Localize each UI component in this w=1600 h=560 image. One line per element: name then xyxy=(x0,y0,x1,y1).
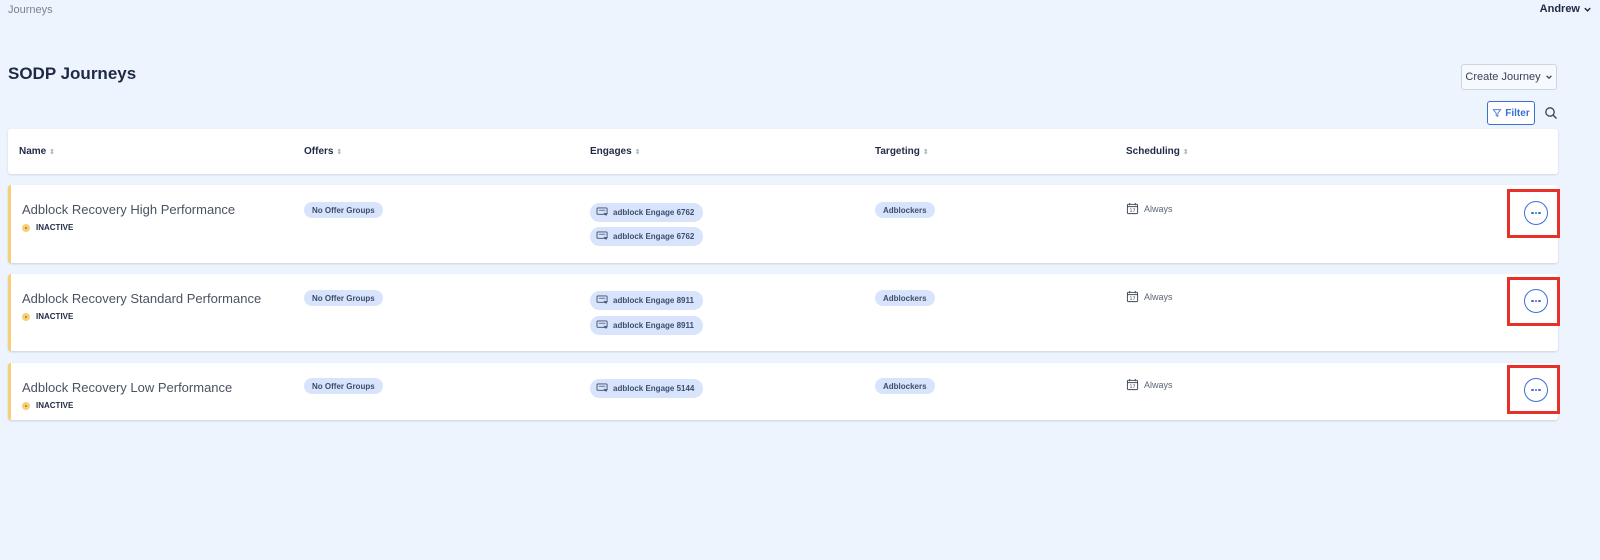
schedule: 17 Always xyxy=(1126,290,1173,303)
engage-message-icon xyxy=(596,207,608,217)
breadcrumb[interactable]: Journeys xyxy=(8,4,53,16)
engage-message-icon xyxy=(596,295,608,305)
status-badge: INACTIVE xyxy=(22,223,73,232)
page-title: SODP Journeys xyxy=(8,64,137,83)
filter-button[interactable]: Filter xyxy=(1487,101,1535,125)
journey-name[interactable]: Adblock Recovery Standard Performance xyxy=(22,291,261,306)
engage-label: adblock Engage 6762 xyxy=(613,208,695,217)
create-journey-button[interactable]: Create Journey xyxy=(1461,64,1557,90)
offer-pill: No Offer Groups xyxy=(304,202,383,218)
journey-name[interactable]: Adblock Recovery High Performance xyxy=(22,202,235,217)
table-row[interactable]: Adblock Recovery Low Performance INACTIV… xyxy=(8,363,1558,420)
engage-message-icon xyxy=(596,320,608,330)
user-name: Andrew xyxy=(1539,3,1580,15)
status-dot-icon xyxy=(22,312,30,321)
column-header-scheduling[interactable]: Scheduling ⇕ xyxy=(1126,146,1189,157)
filter-funnel-icon xyxy=(1492,109,1502,118)
column-header-offers[interactable]: Offers ⇕ xyxy=(304,146,342,157)
column-header-name[interactable]: Name ⇕ xyxy=(19,146,55,157)
column-header-targeting[interactable]: Targeting ⇕ xyxy=(875,146,929,157)
engage-pill[interactable]: adblock Engage 5144 xyxy=(590,379,704,398)
targeting-pill: Adblockers xyxy=(875,202,935,218)
sort-icon: ⇕ xyxy=(49,148,56,156)
table-row[interactable]: Adblock Recovery High Performance INACTI… xyxy=(8,185,1558,263)
chevron-down-icon xyxy=(1545,75,1552,80)
filter-label: Filter xyxy=(1505,107,1530,119)
offer-pill: No Offer Groups xyxy=(304,378,383,394)
highlight-box xyxy=(1507,277,1560,326)
engage-pill[interactable]: adblock Engage 8911 xyxy=(590,291,703,310)
status-label: INACTIVE xyxy=(36,223,74,232)
calendar-icon: 17 xyxy=(1126,202,1139,214)
sort-icon: ⇕ xyxy=(336,148,343,156)
status-badge: INACTIVE xyxy=(22,401,73,410)
status-label: INACTIVE xyxy=(36,401,74,410)
status-label: INACTIVE xyxy=(36,312,74,321)
column-header-name-label: Name xyxy=(19,146,47,157)
engage-label: adblock Engage 8911 xyxy=(613,321,694,330)
engage-pill[interactable]: adblock Engage 6762 xyxy=(590,203,704,222)
engage-message-icon xyxy=(596,383,608,393)
column-header-offers-label: Offers xyxy=(304,146,334,157)
journey-name[interactable]: Adblock Recovery Low Performance xyxy=(22,380,232,395)
highlight-box xyxy=(1507,365,1560,414)
create-journey-label: Create Journey xyxy=(1465,71,1541,83)
search-icon[interactable] xyxy=(1544,106,1558,120)
engage-pill[interactable]: adblock Engage 6762 xyxy=(590,227,704,246)
targeting-pill: Adblockers xyxy=(875,378,935,394)
offer-pill: No Offer Groups xyxy=(304,290,383,306)
schedule-label: Always xyxy=(1144,203,1173,214)
highlight-box xyxy=(1507,189,1560,238)
engage-message-icon xyxy=(596,231,608,241)
status-dot-icon xyxy=(22,401,30,410)
chevron-down-icon xyxy=(1584,7,1591,12)
table-row[interactable]: Adblock Recovery Standard Performance IN… xyxy=(8,274,1558,351)
engage-pill[interactable]: adblock Engage 8911 xyxy=(590,316,703,335)
schedule-label: Always xyxy=(1144,379,1173,390)
calendar-icon: 17 xyxy=(1126,378,1139,390)
schedule-label: Always xyxy=(1144,291,1173,302)
svg-text:17: 17 xyxy=(1130,208,1136,214)
status-badge: INACTIVE xyxy=(22,312,73,321)
sort-icon: ⇕ xyxy=(922,148,929,156)
schedule: 17 Always xyxy=(1126,202,1173,215)
status-dot-icon xyxy=(22,223,30,232)
targeting-pill: Adblockers xyxy=(875,290,935,306)
column-header-scheduling-label: Scheduling xyxy=(1126,146,1180,157)
table-header: Name ⇕ Offers ⇕ Engages ⇕ Targeting ⇕ Schedu… xyxy=(8,129,1558,174)
column-header-engages[interactable]: Engages ⇕ xyxy=(590,146,641,157)
schedule: 17 Always xyxy=(1126,378,1173,391)
engage-label: adblock Engage 6762 xyxy=(613,232,695,241)
engage-label: adblock Engage 8911 xyxy=(613,296,694,305)
sort-icon: ⇕ xyxy=(1182,148,1189,156)
user-menu[interactable]: Andrew xyxy=(1540,3,1592,15)
sort-icon: ⇕ xyxy=(634,148,641,156)
column-header-engages-label: Engages xyxy=(590,146,632,157)
svg-text:17: 17 xyxy=(1130,296,1136,302)
column-header-targeting-label: Targeting xyxy=(875,146,920,157)
engage-label: adblock Engage 5144 xyxy=(613,384,695,393)
svg-text:17: 17 xyxy=(1130,384,1136,390)
calendar-icon: 17 xyxy=(1126,290,1139,302)
